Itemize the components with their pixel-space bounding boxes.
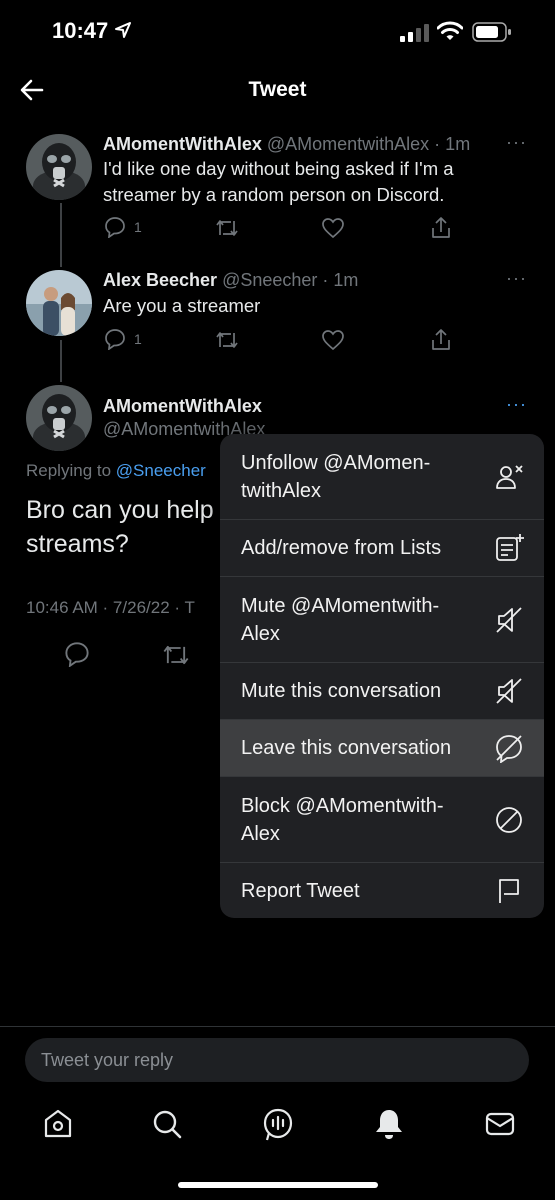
reply-action[interactable]: 1 [104, 328, 142, 350]
tweet-author[interactable]: Alex Beecher @Sneecher · 1m [103, 270, 358, 291]
tweet-text-line: Are you a streamer [103, 295, 261, 316]
menu-item-label: Unfollow @AMomen-twithAlex [241, 451, 431, 502]
divider [0, 1026, 555, 1027]
reply-icon [105, 329, 125, 350]
time-text: 10:47 [52, 18, 109, 43]
home-icon[interactable] [40, 1106, 76, 1142]
thread-line [60, 340, 62, 382]
author-handle[interactable]: @AMomentwithAlex · 1m [267, 134, 470, 154]
share-icon[interactable] [430, 328, 452, 352]
status-time: 10:47 [52, 18, 132, 44]
leave-icon [496, 735, 522, 763]
more-options-icon[interactable]: ··· [506, 394, 527, 415]
menu-item-label: Report Tweet [241, 879, 360, 902]
more-options-icon[interactable]: ··· [506, 268, 527, 289]
unfollow-icon [496, 464, 523, 489]
menu-item-lists[interactable]: Add/remove from Lists [220, 520, 544, 577]
search-icon[interactable] [149, 1106, 185, 1142]
tweet-text-line: streams? [26, 530, 129, 558]
thread-line [60, 203, 62, 267]
like-icon[interactable] [321, 217, 345, 239]
flag-icon [499, 878, 519, 903]
tweet-timestamp: 10:46 AM · 7/26/22 · T [26, 598, 195, 617]
menu-item-block[interactable]: Block @AMomentwith-Alex [220, 777, 544, 863]
tweet-text: Are you a streamer [103, 293, 260, 319]
avatar[interactable] [26, 270, 92, 336]
menu-item-report[interactable]: Report Tweet [220, 863, 544, 918]
home-indicator [178, 1182, 378, 1188]
tweet-text-line: streamer by a random person on Discord. [103, 184, 445, 205]
author-handle[interactable]: @Sneecher · 1m [222, 270, 358, 290]
menu-item-label: Block @AMomentwith-Alex [241, 794, 444, 845]
menu-item-label: Add/remove from Lists [241, 537, 442, 559]
replying-to-link[interactable]: @Sneecher [116, 461, 206, 480]
cellular-signal-icon [400, 24, 429, 42]
gas-mask-avatar-icon [26, 134, 92, 200]
retweet-icon[interactable] [215, 329, 239, 351]
author-name[interactable]: AMomentWithAlex [103, 396, 262, 417]
menu-item-mute-conversation[interactable]: Mute this conversation [220, 663, 544, 720]
tweet-text-line: I'd like one day without being asked if … [103, 158, 454, 179]
gas-mask-avatar-icon [26, 385, 92, 451]
replying-prefix: Replying to [26, 461, 116, 480]
reply-input[interactable]: Tweet your reply [25, 1038, 529, 1082]
menu-item-label: Mute this conversation [241, 680, 442, 702]
like-icon[interactable] [321, 329, 345, 351]
tweet-author[interactable]: AMomentWithAlex @AMomentwithAlex · 1m [103, 134, 470, 155]
block-icon [496, 806, 522, 833]
tweet-text-line: Bro can you help [26, 496, 214, 524]
wifi-icon [437, 21, 463, 40]
retweet-icon[interactable] [215, 217, 239, 239]
tweet-options-menu: Unfollow @AMomen-twithAlex Add/remove fr… [220, 434, 544, 918]
menu-item-unfollow[interactable]: Unfollow @AMomen-twithAlex [220, 434, 544, 520]
menu-item-label: Mute @AMomentwith-Alex [241, 594, 440, 645]
avatar[interactable] [26, 134, 92, 200]
reply-action[interactable]: 1 [104, 216, 142, 238]
tweet-text: I'd like one day without being asked if … [103, 156, 523, 208]
focus-tweet-text: Bro can you help streams? [26, 493, 214, 561]
reply-placeholder: Tweet your reply [41, 1050, 174, 1070]
reply-count: 1 [134, 331, 142, 347]
author-name[interactable]: AMomentWithAlex [103, 134, 262, 154]
location-icon [115, 22, 132, 38]
spaces-icon[interactable] [260, 1106, 296, 1142]
menu-item-label: Leave this conversation [241, 737, 452, 759]
lists-icon [496, 534, 524, 561]
more-options-icon[interactable]: ··· [506, 132, 527, 153]
reply-icon [105, 217, 125, 238]
notifications-icon[interactable] [371, 1106, 407, 1142]
replying-to: Replying to @Sneecher [26, 461, 206, 481]
avatar[interactable] [26, 385, 92, 451]
retweet-icon[interactable] [162, 642, 190, 668]
share-icon[interactable] [430, 216, 452, 240]
couple-photo-avatar-icon [26, 270, 92, 336]
menu-item-mute-user[interactable]: Mute @AMomentwith-Alex [220, 577, 544, 663]
reply-icon[interactable] [64, 641, 90, 667]
author-name[interactable]: Alex Beecher [103, 270, 217, 290]
reply-count: 1 [134, 219, 142, 235]
page-title: Tweet [248, 78, 307, 101]
menu-item-leave-conversation[interactable]: Leave this conversation [220, 720, 544, 777]
mute-icon [496, 606, 522, 633]
battery-icon [472, 22, 511, 42]
messages-icon[interactable] [482, 1106, 518, 1142]
mute-icon [496, 678, 522, 704]
